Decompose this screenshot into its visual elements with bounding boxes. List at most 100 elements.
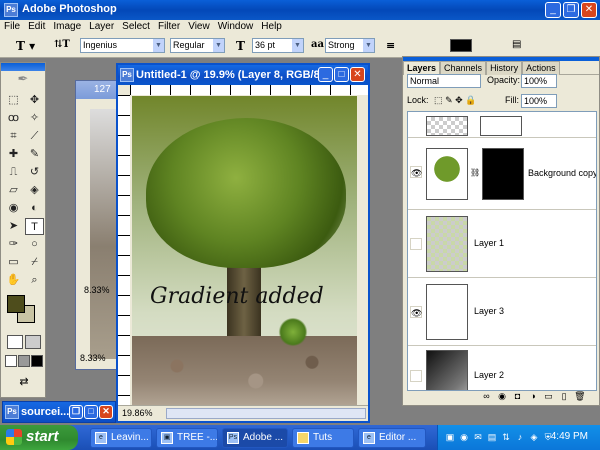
eye-icon[interactable]: 👁 [410,306,422,318]
link-layers-icon[interactable]: ∞ [481,391,492,401]
menu-select[interactable]: Select [118,20,154,34]
image-canvas[interactable]: Gradient added [132,96,357,407]
magic-wand-icon[interactable]: ✧ [25,110,44,127]
shape-tool-icon[interactable]: ○ [25,236,44,253]
new-group-icon[interactable]: ▭ [543,391,554,401]
screen-mode-standard-icon[interactable] [5,355,17,367]
path-select-icon[interactable]: ➤ [4,218,23,235]
taskbar-item-editor[interactable]: e Editor ... [358,428,426,448]
minimize-button[interactable]: _ [545,2,561,18]
blend-mode-select[interactable]: Normal [407,74,481,88]
menu-edit[interactable]: Edit [24,20,49,34]
layer-row[interactable]: 👁 Layer 3 [408,278,596,346]
lock-transparency-icon[interactable]: ⬚ [434,95,443,105]
tray-app-icon[interactable]: ◉ [458,431,470,443]
restore-button[interactable]: ❐ [563,2,579,18]
palettes-icon[interactable]: ▤ [512,39,521,50]
eye-icon[interactable]: 👁 [410,166,422,178]
blur-tool-icon[interactable]: ◉ [4,200,23,217]
pen-tool-icon[interactable]: ✑ [4,236,23,253]
hand-tool-icon[interactable]: ✋ [4,272,23,289]
dodge-tool-icon[interactable]: ◐ [25,200,44,217]
font-size-select[interactable]: 36 pt ▼ [252,38,304,53]
taskbar-item-tree[interactable]: ▣ TREE -... [156,428,218,448]
layer-row[interactable]: Layer 1 [408,210,596,278]
horizontal-ruler[interactable] [130,85,368,95]
clock[interactable]: 4:49 PM [551,431,588,442]
taskbar-item-tuts[interactable]: Tuts [292,428,354,448]
close-button[interactable]: ✕ [99,405,113,419]
fill-field[interactable]: 100% [521,94,557,108]
text-color-swatch[interactable] [450,39,472,52]
palette-grip[interactable] [1,63,45,71]
layer-mask-icon[interactable]: ◘ [512,391,523,401]
opacity-field[interactable]: 100% [521,74,557,88]
font-style-select[interactable]: Regular ▼ [170,38,225,53]
doc-maximize-button[interactable]: □ [334,67,349,82]
screen-mode-full-menu-icon[interactable] [18,355,30,367]
document-window[interactable]: Ps Untitled-1 @ 19.9% (Layer 8, RGB/8) _… [116,63,370,423]
maximize-button[interactable]: □ [84,405,98,419]
menu-view[interactable]: View [184,20,214,34]
layer-style-icon[interactable]: ◉ [497,391,508,401]
doc-minimize-button[interactable]: _ [318,67,333,82]
menu-image[interactable]: Image [49,20,85,34]
screen-mode-full-icon[interactable] [31,355,43,367]
restore-button[interactable]: ❐ [69,405,83,419]
start-button[interactable]: start [0,425,78,450]
document-zoom[interactable]: 19.86% [122,408,153,418]
font-family-select[interactable]: Ingenius ▼ [80,38,165,53]
taskbar-item-leaving[interactable]: e Leavin... [90,428,152,448]
close-button[interactable]: ✕ [581,2,597,18]
taskbar-item-photoshop[interactable]: Ps Adobe ... [222,428,288,448]
new-layer-icon[interactable]: ▯ [559,391,570,401]
stamp-tool-icon[interactable]: ⎍ [4,164,23,181]
tray-app-icon[interactable]: ✉ [472,431,484,443]
type-tool-icon[interactable]: T ▾ [16,39,35,53]
lasso-tool-icon[interactable]: ꝏ [4,110,23,127]
type-tool-icon[interactable]: T [25,218,44,235]
eye-icon[interactable] [410,238,422,250]
adjustment-layer-icon[interactable]: ◑ [528,391,539,401]
lock-pixels-icon[interactable]: ✎ [445,95,453,105]
standard-mode-icon[interactable] [7,335,23,349]
network-icon[interactable]: ⇅ [500,431,512,443]
text-orientation-icon[interactable]: ⇅T [54,39,70,50]
brush-tool-icon[interactable]: ✎ [25,146,44,163]
layer-row[interactable] [408,112,596,138]
paint-bucket-icon[interactable]: ◈ [25,182,44,199]
quick-mask-icon[interactable] [25,335,41,349]
move-tool-icon[interactable]: ✥ [25,92,44,109]
menu-layer[interactable]: Layer [85,20,118,34]
menu-help[interactable]: Help [257,20,286,34]
minimized-document-window[interactable]: Ps sourcei... ❐ □ ✕ [2,401,116,423]
healing-brush-icon[interactable]: ✚ [4,146,23,163]
lock-all-icon[interactable]: 🔒 [465,95,476,105]
history-brush-icon[interactable]: ↺ [25,164,44,181]
foreground-color-swatch[interactable] [7,295,25,313]
crop-tool-icon[interactable]: ⌗ [4,128,23,145]
menu-window[interactable]: Window [214,20,258,34]
tray-app-icon[interactable]: ▣ [444,431,456,443]
anti-alias-select[interactable]: Strong ▼ [325,38,375,53]
horizontal-scrollbar[interactable] [166,408,366,419]
slice-tool-icon[interactable]: ⟋ [25,128,44,145]
lock-position-icon[interactable]: ✥ [455,95,463,105]
eyedropper-icon[interactable]: ⌿ [25,254,44,271]
align-left-icon[interactable]: ≡ [386,39,395,52]
notes-tool-icon[interactable]: ▭ [4,254,23,271]
layer-row[interactable]: 👁 ⛓ Background copy [408,138,596,210]
zoom-tool-icon[interactable]: ⌕ [25,272,44,289]
layer-row[interactable]: Layer 2 [408,346,596,390]
trash-icon[interactable]: 🗑 [574,391,585,401]
vertical-ruler[interactable] [118,95,130,407]
eraser-tool-icon[interactable]: ▱ [4,182,23,199]
tray-app-icon[interactable]: ▤ [486,431,498,443]
eye-icon[interactable] [410,370,422,382]
volume-icon[interactable]: ♪ [514,431,526,443]
marquee-tool-icon[interactable]: ⬚ [4,92,23,109]
tray-app-icon[interactable]: ◈ [528,431,540,443]
menu-filter[interactable]: Filter [154,20,184,34]
imageready-icon[interactable]: ⇄ [9,375,39,389]
doc-close-button[interactable]: ✕ [350,67,365,82]
